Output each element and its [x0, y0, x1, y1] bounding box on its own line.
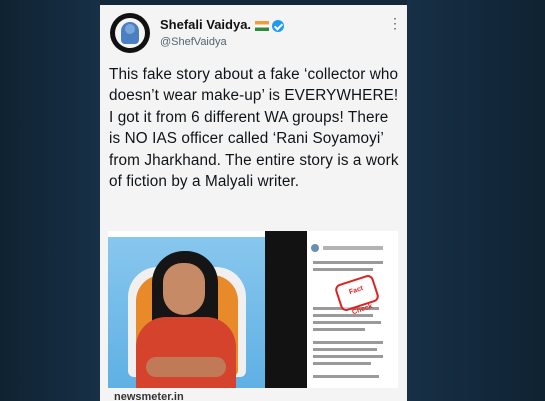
arms-shape	[146, 357, 226, 377]
dress-shape	[136, 317, 236, 388]
avatar[interactable]	[110, 13, 150, 53]
india-flag-icon	[255, 20, 270, 31]
user-handle[interactable]: @ShefVaidya	[160, 36, 227, 48]
social-post-screenshot: Fact Check	[307, 237, 398, 388]
post-text-line	[313, 348, 377, 351]
woman-photo	[108, 237, 265, 388]
post-text-line	[313, 328, 365, 331]
post-text-line	[313, 321, 381, 324]
display-name[interactable]: Shefali Vaidya.	[160, 17, 285, 32]
background-right	[407, 0, 545, 401]
background-left	[0, 0, 100, 401]
tweet-text: This fake story about a fake ‘collector …	[109, 66, 399, 191]
post-avatar	[311, 244, 319, 252]
post-text-line	[313, 362, 371, 365]
source-watermark: newsmeter.in	[114, 391, 184, 401]
tweet-media[interactable]: Fact Check	[108, 231, 398, 388]
dark-divider-panel	[265, 231, 307, 388]
face-shape	[163, 263, 205, 315]
post-text-line	[313, 355, 383, 358]
more-options-icon[interactable]: ⋮	[388, 15, 402, 32]
tweet-card: Shefali Vaidya. @ShefVaidya ⋮ This fake …	[100, 5, 407, 401]
post-text-line	[313, 375, 379, 378]
post-text-line	[313, 268, 373, 271]
avatar-figure-head	[125, 24, 135, 34]
display-name-text[interactable]: Shefali Vaidya.	[160, 17, 251, 32]
verified-badge-icon	[272, 19, 285, 32]
post-name-line	[323, 246, 383, 250]
post-text-line	[313, 261, 383, 264]
post-text-line	[313, 341, 383, 344]
